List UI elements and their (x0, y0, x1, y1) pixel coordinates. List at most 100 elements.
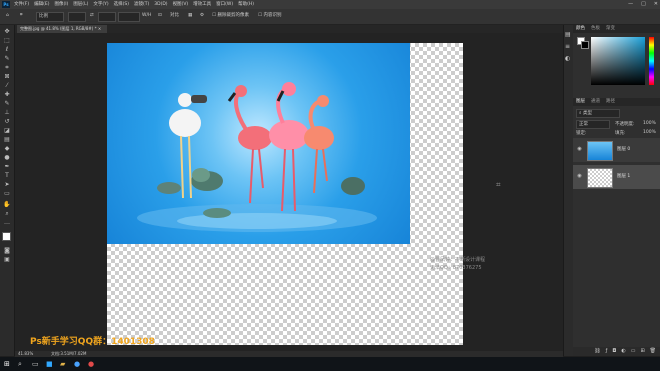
delete-cropped-checkbox[interactable]: ☐ 删除裁剪的像素 (212, 12, 249, 20)
brush-icon[interactable]: ✎ (3, 100, 11, 107)
stamp-icon[interactable]: ⊥ (3, 109, 11, 116)
tab-paths[interactable]: 路径 (606, 98, 615, 106)
straighten-label[interactable]: 对比 (170, 12, 179, 20)
minimize-button[interactable]: — (628, 0, 633, 9)
swap-icon[interactable]: ⇄ (90, 12, 94, 20)
photoshop-logo: Ps (2, 1, 10, 8)
tab-swatches[interactable]: 色板 (591, 25, 600, 33)
marquee-icon[interactable]: ⬚ (3, 37, 11, 44)
shape-icon[interactable]: ▭ (3, 190, 11, 197)
search-icon[interactable]: ⌕ (18, 360, 22, 369)
frame-icon[interactable]: ⊠ (3, 73, 11, 80)
layer-thumbnail (587, 168, 613, 188)
blend-mode-select[interactable]: 正常 (576, 120, 610, 129)
pen-icon[interactable]: ✒ (3, 163, 11, 170)
menu-item[interactable]: 文字(Y) (93, 0, 108, 9)
fill-value[interactable]: 100% (643, 130, 656, 135)
crop-icon[interactable]: ⌗ (3, 64, 11, 71)
fx-icon[interactable]: ƒ (606, 347, 608, 356)
history-brush-icon[interactable]: ↺ (3, 118, 11, 125)
ratio-select[interactable]: 比例 (36, 12, 64, 22)
menu-item[interactable]: 文件(F) (14, 0, 29, 9)
zoom-icon[interactable]: ⌕ (3, 210, 11, 217)
group-icon[interactable]: ▭ (631, 347, 636, 356)
eyedropper-icon[interactable]: ⁄ (3, 82, 11, 89)
menu-item[interactable]: 帮助(H) (238, 0, 254, 9)
menu-item[interactable]: 视图(V) (173, 0, 189, 9)
properties-icon[interactable]: ≡ (565, 43, 570, 50)
content-aware-checkbox[interactable]: ☐ 内容识别 (258, 12, 281, 20)
menu-item[interactable]: 选择(S) (114, 0, 129, 9)
windows-start-icon[interactable]: ⊞ (4, 360, 10, 368)
layer-row[interactable]: ◉ 图层 0 (573, 138, 660, 162)
tab-gradients[interactable]: 渐变 (606, 25, 615, 33)
task-view-icon[interactable]: ▭ (32, 360, 39, 368)
filter-kind-select[interactable]: ⌕ 类型 (576, 109, 620, 118)
layer-thumbnail (587, 141, 613, 161)
bg-swatch[interactable] (581, 41, 589, 49)
menu-item[interactable]: 窗口(W) (216, 0, 233, 9)
document-tab[interactable]: 完整图.jpg @ 41.8% (图层 1, RGB/8#) * × (17, 25, 108, 33)
hue-slider[interactable] (649, 37, 654, 85)
new-layer-icon[interactable]: ⊞ (640, 347, 644, 356)
menu-bar: Ps 文件(F) 编辑(E) 图像(I) 图层(L) 文字(Y) 选择(S) 滤镜(T) 3D… (0, 0, 660, 9)
lasso-icon[interactable]: ℓ (3, 46, 11, 53)
right-panels: 颜色 色板 渐变 图层 通道 路径 ⌕ 类型 正常 不透明度: 100% 锁定:… (573, 25, 660, 356)
gradient-icon[interactable]: ▤ (3, 136, 11, 143)
fill-label: 填充: (615, 131, 626, 136)
tab-color[interactable]: 颜色 (576, 25, 585, 33)
eraser-icon[interactable]: ◪ (3, 127, 11, 134)
trash-icon[interactable]: 🗑 (650, 347, 656, 356)
options-bar: ⌂ ⌗ 比例 ⇄ W/H ⊡ 对比 ▦ ⚙ ☐ 删除裁剪的像素 ☐ 内容识别 (0, 9, 660, 25)
home-icon[interactable]: ⌂ (6, 12, 9, 20)
settings-icon[interactable]: ⚙ (200, 12, 204, 20)
tab-channels[interactable]: 通道 (591, 98, 600, 106)
app-icon[interactable]: ● (88, 360, 94, 368)
more-tools-icon[interactable]: … (3, 219, 11, 226)
type-icon[interactable]: T (3, 172, 11, 179)
folder-icon[interactable]: ▰ (60, 360, 65, 368)
resolution-field[interactable] (118, 12, 140, 22)
history-icon[interactable]: ▤ (565, 31, 571, 38)
layer-row[interactable]: ◉ 图层 1 (573, 165, 660, 189)
opacity-value[interactable]: 100% (643, 121, 656, 126)
tab-layers[interactable]: 图层 (576, 98, 585, 106)
width-field[interactable] (68, 12, 86, 22)
dodge-icon[interactable]: ● (3, 154, 11, 161)
layers-panel-tabs: 图层 通道 路径 (573, 98, 660, 106)
menu-item[interactable]: 图层(L) (73, 0, 88, 9)
crop-tool-icon[interactable]: ⌗ (20, 12, 23, 20)
hand-icon[interactable]: ✋ (3, 201, 11, 208)
menu-item[interactable]: 3D(D) (154, 0, 167, 9)
adjustments-icon[interactable]: ◐ (565, 55, 570, 62)
adjustment-layer-icon[interactable]: ◐ (621, 347, 625, 356)
screen-mode-icon[interactable]: ▣ (3, 256, 11, 263)
layer-name[interactable]: 图层 0 (617, 146, 630, 153)
menu-item[interactable]: 图像(I) (54, 0, 68, 9)
move-icon[interactable]: ✥ (3, 28, 11, 35)
color-field[interactable] (591, 37, 645, 85)
mask-icon[interactable]: ◘ (612, 347, 616, 356)
maximize-button[interactable]: □ (641, 0, 646, 9)
visibility-eye-icon[interactable]: ◉ (576, 146, 583, 153)
menu-item[interactable]: 滤镜(T) (134, 0, 149, 9)
blur-icon[interactable]: ◆ (3, 145, 11, 152)
photoshop-taskbar-icon[interactable]: ■ (46, 360, 53, 368)
straighten-icon[interactable]: ⊡ (158, 12, 162, 20)
link-layers-icon[interactable]: ⛓ (594, 347, 600, 356)
menu-item[interactable]: 编辑(E) (34, 0, 49, 9)
quick-mask-icon[interactable]: ◙ (3, 247, 11, 254)
height-field[interactable] (98, 12, 116, 22)
browser-icon[interactable]: ● (74, 360, 80, 368)
visibility-eye-icon[interactable]: ◉ (576, 173, 583, 180)
tab-close-icon[interactable]: × (98, 26, 101, 31)
menu-item[interactable]: 增效工具 (193, 0, 211, 9)
path-select-icon[interactable]: ➤ (3, 181, 11, 188)
healing-icon[interactable]: ✚ (3, 91, 11, 98)
clear-button[interactable]: W/H (142, 12, 151, 20)
quick-select-icon[interactable]: ✎ (3, 55, 11, 62)
overlay-icon[interactable]: ▦ (188, 12, 192, 20)
foreground-color-swatch[interactable] (2, 232, 11, 241)
close-button[interactable]: ✕ (654, 0, 658, 9)
layer-name[interactable]: 图层 1 (617, 173, 630, 180)
